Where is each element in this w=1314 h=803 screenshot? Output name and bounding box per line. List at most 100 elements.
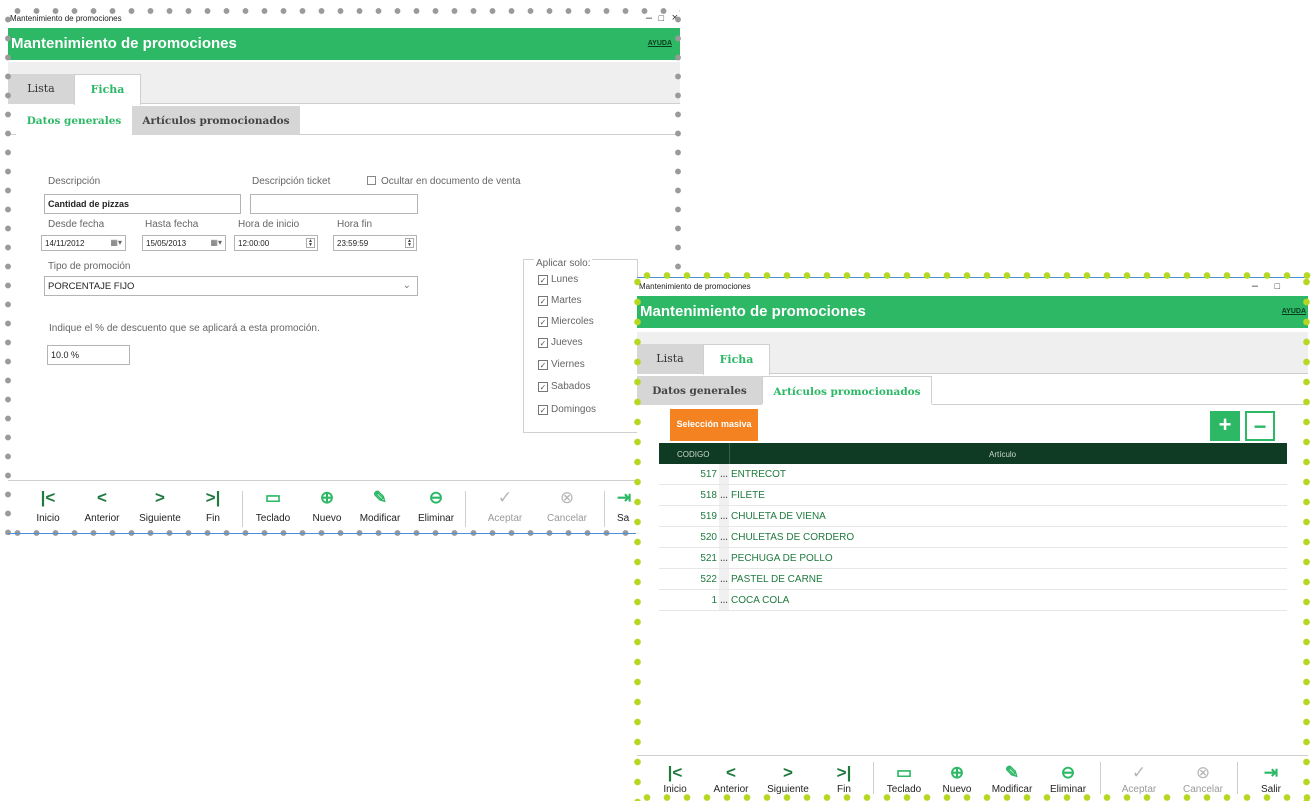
eliminar-button[interactable]: ⊖ Eliminar bbox=[406, 481, 466, 537]
ellipsis-icon[interactable]: … bbox=[719, 506, 729, 526]
help-link[interactable]: AYUDA bbox=[648, 40, 672, 47]
button-label: Modificar bbox=[359, 513, 401, 524]
ticket-input[interactable] bbox=[250, 194, 418, 214]
minimize-icon[interactable]: – bbox=[646, 12, 652, 24]
help-link[interactable]: AYUDA bbox=[1282, 308, 1306, 315]
aceptar-button[interactable]: ✓ Aceptar bbox=[1109, 756, 1169, 800]
day-checkbox-lunes[interactable]: ✓ Lunes bbox=[538, 274, 578, 285]
aceptar-button[interactable]: ✓ Aceptar bbox=[475, 481, 535, 537]
teclado-button[interactable]: ▭ Teclado bbox=[874, 756, 934, 800]
subtab-datos-generales[interactable]: Datos generales bbox=[16, 106, 132, 135]
teclado-button[interactable]: ▭ Teclado bbox=[243, 481, 303, 537]
ocultar-checkbox[interactable]: Ocultar en documento de venta bbox=[367, 176, 521, 187]
eliminar-button[interactable]: ⊖ Eliminar bbox=[1038, 756, 1098, 800]
table-row[interactable]: 522… PASTEL DE CARNE bbox=[659, 569, 1287, 590]
siguiente-button[interactable]: > Siguiente bbox=[130, 481, 190, 537]
minimize-icon[interactable]: – bbox=[1252, 280, 1258, 292]
subtab-articulos-promocionados[interactable]: Artículos promocionados bbox=[762, 376, 932, 405]
porcentaje-input[interactable]: 10.0 % bbox=[47, 345, 130, 365]
cell-code: 519 bbox=[700, 511, 717, 522]
calendar-icon[interactable]: ▦▾ bbox=[210, 238, 222, 247]
check-circle-icon: ✓ bbox=[497, 488, 513, 507]
nuevo-button[interactable]: ⊕ Nuevo bbox=[297, 481, 357, 537]
tipo-promocion-select[interactable]: PORCENTAJE FIJO ⌄ bbox=[44, 276, 418, 296]
tab-ficha[interactable]: Ficha bbox=[74, 74, 141, 105]
ellipsis-icon[interactable]: … bbox=[719, 485, 729, 505]
cell-name: FILETE bbox=[731, 490, 765, 501]
hora-inicio-input[interactable]: 12:00:00 ▲ ▼ bbox=[234, 235, 318, 251]
spinner-icon[interactable]: ▲ ▼ bbox=[405, 238, 414, 248]
day-checkbox-miercoles[interactable]: ✓ Miercoles bbox=[538, 316, 594, 327]
ellipsis-icon[interactable]: … bbox=[719, 590, 729, 610]
subtab-datos-generales[interactable]: Datos generales bbox=[637, 376, 762, 405]
inicio-button[interactable]: |< Inicio bbox=[645, 756, 705, 800]
button-label: Anterior bbox=[84, 513, 120, 524]
subtab-articulos-promocionados[interactable]: Artículos promocionados bbox=[132, 106, 300, 135]
column-header-articulo[interactable]: Artículo bbox=[989, 450, 1016, 459]
tab-lista[interactable]: Lista bbox=[8, 74, 74, 104]
cancelar-button[interactable]: ⊗ Cancelar bbox=[537, 481, 597, 537]
plus-circle-icon: ⊕ bbox=[949, 763, 965, 782]
cell-name: PECHUGA DE POLLO bbox=[731, 553, 833, 564]
cell-name: CHULETA DE VIENA bbox=[731, 511, 826, 522]
hasta-fecha-input[interactable]: 15/05/2013 ▦▾ bbox=[142, 235, 226, 251]
toolbar-divider bbox=[1237, 762, 1238, 794]
nuevo-button[interactable]: ⊕ Nuevo bbox=[927, 756, 987, 800]
fin-button[interactable]: >| Fin bbox=[183, 481, 243, 537]
desde-fecha-input[interactable]: 14/11/2012 ▦▾ bbox=[41, 235, 126, 251]
spinner-icon[interactable]: ▲ ▼ bbox=[306, 238, 315, 248]
descripcion-input[interactable]: Cantidad de pizzas bbox=[44, 194, 241, 214]
calendar-icon[interactable]: ▦▾ bbox=[110, 238, 122, 247]
ellipsis-icon[interactable]: … bbox=[719, 464, 729, 484]
siguiente-button[interactable]: > Siguiente bbox=[758, 756, 818, 800]
hora-fin-input[interactable]: 23:59:59 ▲ ▼ bbox=[333, 235, 417, 251]
ellipsis-icon[interactable]: … bbox=[719, 527, 729, 547]
anterior-button[interactable]: < Anterior bbox=[72, 481, 132, 537]
table-row[interactable]: 1… COCA COLA bbox=[659, 590, 1287, 611]
plus-circle-icon: ⊕ bbox=[319, 488, 335, 507]
minus-circle-icon: ⊖ bbox=[1060, 763, 1076, 782]
fin-button[interactable]: >| Fin bbox=[814, 756, 874, 800]
day-checkbox-martes[interactable]: ✓ Martes bbox=[538, 295, 582, 306]
modificar-button[interactable]: ✎ Modificar bbox=[350, 481, 410, 537]
tipo-label: Tipo de promoción bbox=[48, 261, 131, 272]
day-label: Domingos bbox=[551, 404, 597, 415]
cancelar-button[interactable]: ⊗ Cancelar bbox=[1173, 756, 1233, 800]
tab-lista[interactable]: Lista bbox=[637, 344, 703, 374]
day-checkbox-jueves[interactable]: ✓ Jueves bbox=[538, 337, 583, 348]
ellipsis-icon[interactable]: … bbox=[719, 548, 729, 568]
salir-button[interactable]: ⇥ Salir bbox=[1241, 756, 1301, 800]
modificar-button[interactable]: ✎ Modificar bbox=[982, 756, 1042, 800]
day-checkbox-viernes[interactable]: ✓ Viernes bbox=[538, 359, 585, 370]
button-label: Inicio bbox=[36, 513, 60, 524]
button-label: Teclado bbox=[886, 784, 922, 795]
chevron-left-icon: < bbox=[97, 488, 107, 507]
day-checkbox-domingos[interactable]: ✓ Domingos bbox=[538, 404, 596, 415]
remove-button[interactable]: − bbox=[1245, 411, 1275, 441]
table-row[interactable]: 521… PECHUGA DE POLLO bbox=[659, 548, 1287, 569]
add-button[interactable]: + bbox=[1210, 411, 1240, 441]
button-label: Siguiente bbox=[767, 784, 809, 795]
maximize-icon[interactable]: □ bbox=[659, 13, 664, 23]
checkbox-checked-icon: ✓ bbox=[538, 382, 548, 392]
hora-fin-value: 23:59:59 bbox=[337, 239, 369, 248]
anterior-button[interactable]: < Anterior bbox=[701, 756, 761, 800]
column-header-codigo[interactable]: CODIGO bbox=[677, 450, 709, 459]
sub-tabs: Datos generales Artículos promocionados bbox=[637, 376, 1308, 405]
tab-ficha[interactable]: Ficha bbox=[703, 344, 770, 375]
table-row[interactable]: 518… FILETE bbox=[659, 485, 1287, 506]
selection-guide-line bbox=[8, 533, 636, 534]
checkbox-checked-icon: ✓ bbox=[538, 275, 548, 285]
toolbar-divider bbox=[1100, 762, 1101, 794]
table-row[interactable]: 519… CHULETA DE VIENA bbox=[659, 506, 1287, 527]
day-checkbox-sabados[interactable]: ✓ Sabados bbox=[538, 381, 590, 392]
ellipsis-icon[interactable]: … bbox=[719, 569, 729, 589]
table-row[interactable]: 520… CHULETAS DE CORDERO bbox=[659, 527, 1287, 548]
seleccion-masiva-button[interactable]: Selección masiva bbox=[670, 409, 758, 441]
table-row[interactable]: 517… ENTRECOT bbox=[659, 464, 1287, 485]
pencil-icon: ✎ bbox=[1004, 763, 1020, 782]
maximize-icon[interactable]: □ bbox=[1275, 281, 1280, 291]
cell-code: 522 bbox=[700, 574, 717, 585]
inicio-button[interactable]: |< Inicio bbox=[18, 481, 78, 537]
close-icon[interactable]: × bbox=[672, 12, 678, 24]
